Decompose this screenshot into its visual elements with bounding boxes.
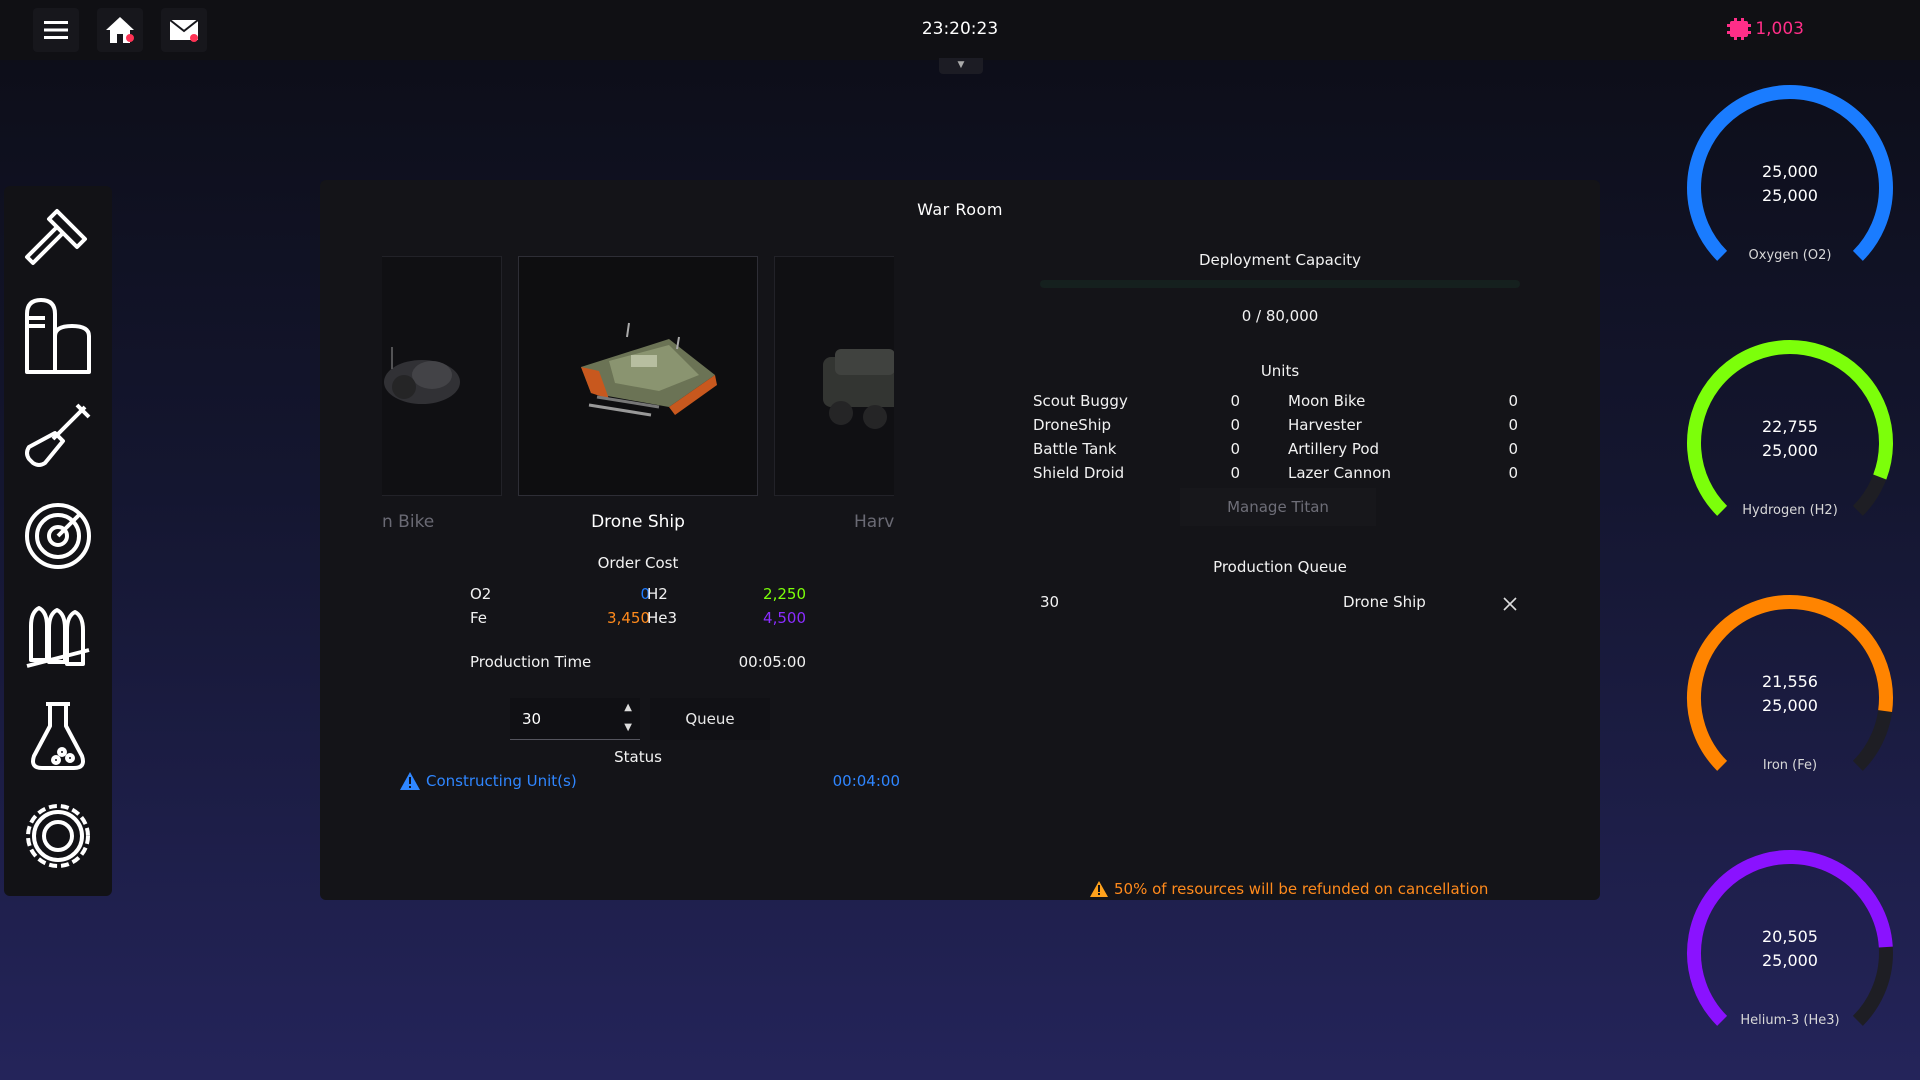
unit-card-current[interactable] <box>518 256 758 496</box>
sidebar <box>4 186 112 896</box>
deployment-capacity-value: 0 / 80,000 <box>1241 307 1319 325</box>
gauge-current: 21,556 <box>1762 672 1818 691</box>
sidebar-item-radar[interactable] <box>18 494 98 578</box>
next-unit-label: Harv <box>854 512 894 532</box>
gauge-current: 25,000 <box>1762 162 1818 181</box>
queue-item-name: Drone Ship <box>1343 593 1426 611</box>
panel-title: War Room <box>917 200 1003 219</box>
order-cost-title: Order Cost <box>597 554 679 572</box>
decrement-icon[interactable]: ▼ <box>624 722 632 733</box>
unit-count: 0 <box>1508 440 1518 458</box>
chevron-down-icon: ▼ <box>957 60 965 70</box>
queue-button[interactable]: Queue <box>650 698 770 740</box>
refund-warning-text: 50% of resources will be refunded on can… <box>1114 880 1489 898</box>
unit-card-next[interactable] <box>774 256 894 496</box>
status-text: Constructing Unit(s) <box>426 772 577 790</box>
credit-chip-icon <box>1727 18 1752 40</box>
gauge-max: 25,000 <box>1762 186 1818 205</box>
unit-count: 0 <box>1230 440 1240 458</box>
units-title: Units <box>1260 362 1300 380</box>
warning-triangle-icon <box>1090 881 1108 897</box>
unit-name: Artillery Pod <box>1288 440 1380 458</box>
cost-h2-label: H2 <box>647 585 668 603</box>
status-row: Constructing Unit(s) <box>400 772 577 790</box>
quantity-value: 30 <box>522 710 542 728</box>
gauge-current: 22,755 <box>1762 417 1818 436</box>
flask-icon <box>31 702 85 770</box>
current-unit-label: Drone Ship <box>591 512 685 532</box>
dropdown-toggle[interactable]: ▼ <box>939 58 983 74</box>
deployment-capacity-title: Deployment Capacity <box>1198 251 1362 269</box>
settings-gear-icon <box>26 804 90 868</box>
unit-count: 0 <box>1508 392 1518 410</box>
gauge-label: Iron (Fe) <box>1762 758 1818 773</box>
status-time: 00:04:00 <box>832 772 900 790</box>
ammo-icon <box>26 606 90 668</box>
credits-value: 1,003 <box>1755 19 1804 39</box>
production-queue-title: Production Queue <box>1213 558 1347 576</box>
radar-icon <box>25 503 91 569</box>
unit-count: 0 <box>1508 464 1518 482</box>
gauge-current: 20,505 <box>1762 927 1818 946</box>
sidebar-item-settings[interactable] <box>18 794 98 878</box>
sidebar-item-military[interactable] <box>18 594 98 678</box>
top-bar: 23:20:23 1,003 <box>0 0 1920 60</box>
hammer-icon <box>25 209 87 265</box>
manage-titan-button[interactable]: Manage Titan <box>1180 488 1376 526</box>
gauge-helium3: 20,505 25,000 Helium-3 (He3) <box>1680 843 1900 1063</box>
deployment-progress-bar <box>1040 280 1520 288</box>
gauge-label: Helium-3 (He3) <box>1740 1013 1840 1028</box>
unit-name: Harvester <box>1288 416 1362 434</box>
gauge-oxygen: 25,000 25,000 Oxygen (O2) <box>1680 78 1900 298</box>
sidebar-item-build[interactable] <box>18 196 98 280</box>
unit-name: Scout Buggy <box>1033 392 1128 410</box>
cost-fe-value: 3,450 <box>607 609 650 627</box>
refund-warning: 50% of resources will be refunded on can… <box>1090 880 1488 898</box>
quantity-stepper[interactable]: 30 ▲ ▼ <box>510 698 640 740</box>
cost-he3-label: He3 <box>647 609 678 627</box>
cost-fe-label: Fe <box>470 609 488 627</box>
harvester-image <box>823 349 894 429</box>
cost-o2-label: O2 <box>470 585 492 603</box>
cost-h2-value: 2,250 <box>763 585 806 603</box>
unit-count: 0 <box>1230 464 1240 482</box>
unit-name: Battle Tank <box>1033 440 1117 458</box>
prev-unit-label: n Bike <box>382 512 435 532</box>
unit-count: 0 <box>1230 392 1240 410</box>
unit-name: Moon Bike <box>1288 392 1366 410</box>
gauge-max: 25,000 <box>1762 951 1818 970</box>
gauge-max: 25,000 <box>1762 441 1818 460</box>
sidebar-item-mining[interactable] <box>18 394 98 478</box>
production-time-value: 00:05:00 <box>738 653 806 671</box>
gauge-label: Oxygen (O2) <box>1748 248 1832 263</box>
cost-o2-value: 0 <box>640 585 650 603</box>
sidebar-item-research[interactable] <box>18 694 98 778</box>
clock: 23:20:23 <box>921 19 999 39</box>
war-room-panel: War Room n Bike Drone Ship Harv Order Co… <box>320 180 1600 900</box>
queue-item-qty: 30 <box>1040 593 1060 611</box>
warning-triangle-icon <box>400 772 420 790</box>
sidebar-item-storage[interactable] <box>18 294 98 378</box>
production-time-label: Production Time <box>470 653 592 671</box>
increment-icon[interactable]: ▲ <box>624 702 632 713</box>
unit-name: Lazer Cannon <box>1288 464 1391 482</box>
silo-icon <box>25 298 91 374</box>
unit-count: 0 <box>1230 416 1240 434</box>
shovel-icon <box>25 403 91 467</box>
gauge-hydrogen: 22,755 25,000 Hydrogen (H2) <box>1680 333 1900 553</box>
cancel-queue-item-icon[interactable] <box>1503 597 1517 611</box>
moon-bike-image <box>384 347 460 404</box>
credits-display[interactable]: 1,003 <box>1727 18 1804 40</box>
gauge-label: Hydrogen (H2) <box>1742 503 1838 518</box>
cost-he3-value: 4,500 <box>763 609 806 627</box>
unit-name: DroneShip <box>1033 416 1112 434</box>
unit-name: Shield Droid <box>1033 464 1125 482</box>
gauge-max: 25,000 <box>1762 696 1818 715</box>
unit-count: 0 <box>1508 416 1518 434</box>
status-title: Status <box>614 748 662 766</box>
gauge-iron: 21,556 25,000 Iron (Fe) <box>1680 588 1900 808</box>
unit-card-previous[interactable] <box>382 256 502 496</box>
drone-ship-image <box>581 322 717 417</box>
